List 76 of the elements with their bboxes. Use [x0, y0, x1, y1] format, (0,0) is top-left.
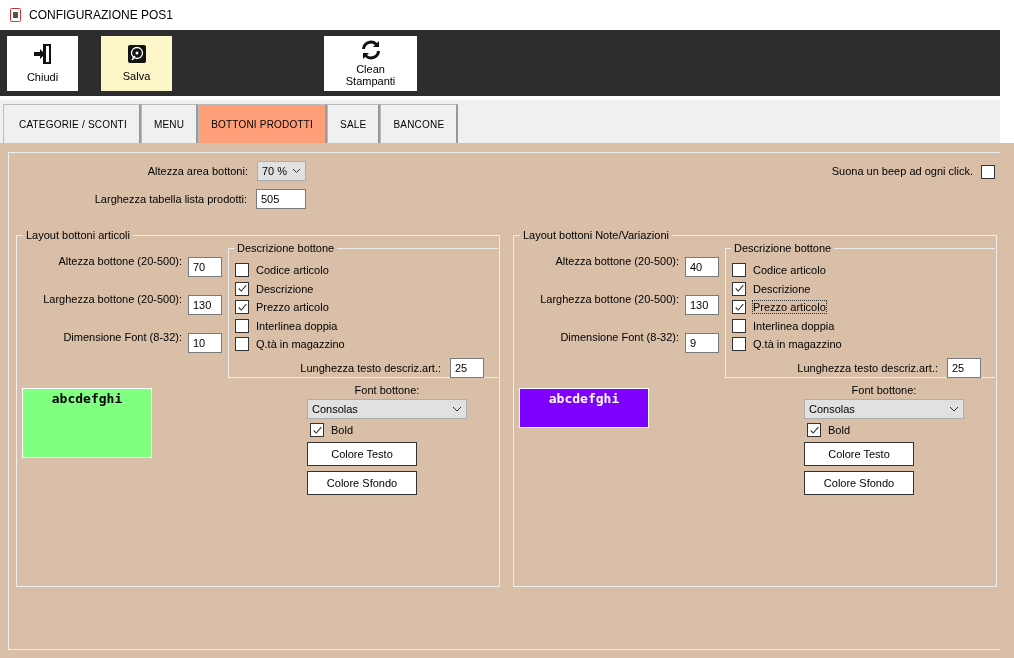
field-label: Lunghezza testo descriz.art.:	[797, 361, 938, 374]
checkbox-label: Prezzo articolo	[256, 301, 329, 314]
checkbox-label: Bold	[828, 424, 851, 436]
input-field[interactable]: 9	[685, 333, 719, 353]
tab[interactable]: BOTTONI PRODOTTI	[198, 104, 328, 143]
checkbox[interactable]	[807, 423, 821, 437]
checkbox[interactable]	[732, 300, 746, 315]
group-title: Descrizione bottone	[731, 242, 835, 254]
checkbox[interactable]	[235, 337, 249, 352]
checkbox[interactable]	[732, 281, 746, 296]
field-label: Larghezza bottone (20-500):	[43, 293, 182, 305]
checkbox[interactable]	[235, 281, 249, 296]
tab[interactable]: MENU	[140, 104, 199, 143]
refresh-icon	[360, 39, 381, 60]
input-field[interactable]: 25	[450, 357, 484, 378]
field-label: Dimensione Font (8-32):	[560, 331, 679, 343]
checkbox[interactable]	[981, 165, 995, 179]
input-field[interactable]: 70	[188, 257, 222, 277]
button-preview: abcdefghi	[519, 388, 649, 428]
tab[interactable]: SALE	[327, 104, 381, 143]
chevron-icon	[292, 168, 301, 174]
checkbox[interactable]	[732, 263, 746, 278]
dropdown[interactable]: 70 %	[257, 161, 306, 181]
toolbar-button[interactable]: Chiudi	[7, 35, 78, 91]
checkbox-label: Q.tà in magazzino	[753, 338, 842, 351]
checkbox[interactable]	[732, 337, 746, 352]
input-field[interactable]: 40	[685, 257, 719, 277]
checkbox[interactable]	[310, 423, 324, 437]
toolbar-button[interactable]: Clean Stampanti	[324, 35, 417, 91]
field-label: Dimensione Font (8-32):	[63, 331, 182, 343]
field-label: Font bottone:	[354, 384, 420, 396]
input-field[interactable]: 130	[685, 295, 719, 315]
field-label: Altezza area bottoni:	[147, 165, 248, 177]
field-label: Larghezza tabella lista prodotti:	[94, 193, 247, 205]
hard-drive-icon	[126, 44, 147, 64]
tab[interactable]: CATEGORIE / SCONTI	[3, 104, 141, 143]
checkbox-label: Bold	[331, 424, 354, 436]
tab[interactable]: BANCONE	[380, 104, 459, 143]
window-title: CONFIGURAZIONE POS1	[29, 8, 174, 22]
field-label: Altezza bottone (20-500):	[555, 255, 679, 267]
group-title: Layout bottoni articoli	[23, 229, 133, 241]
dropdown[interactable]: Consolas	[307, 399, 467, 419]
checkbox-label: Descrizione	[256, 282, 314, 295]
chevron-icon	[452, 406, 462, 412]
app-icon	[10, 8, 21, 22]
toolbar-button[interactable]: Salva	[101, 35, 172, 91]
chevron-icon	[949, 406, 959, 412]
input-field[interactable]: 130	[188, 295, 222, 315]
field-label: Altezza bottone (20-500):	[58, 255, 182, 267]
color-button[interactable]: Colore Testo	[804, 442, 914, 466]
button-preview: abcdefghi	[22, 388, 152, 458]
color-button[interactable]: Colore Testo	[307, 442, 417, 466]
field-label: Lunghezza testo descriz.art.:	[300, 361, 441, 374]
checkbox-label: Codice articolo	[256, 264, 329, 277]
checkbox[interactable]	[732, 318, 746, 333]
checkbox[interactable]	[235, 318, 249, 333]
checkbox-label: Interlinea doppia	[256, 319, 338, 332]
color-button[interactable]: Colore Sfondo	[804, 471, 914, 495]
group-title: Layout bottoni Note/Variazioni	[520, 229, 672, 241]
group-title: Descrizione bottone	[234, 242, 338, 254]
checkbox-label: Interlinea doppia	[753, 319, 835, 332]
checkbox-label: Prezzo articolo	[753, 301, 826, 314]
checkbox-label: Descrizione	[753, 282, 811, 295]
field-label: Larghezza bottone (20-500):	[540, 293, 679, 305]
input-field[interactable]: 505	[256, 189, 306, 209]
dropdown[interactable]: Consolas	[804, 399, 964, 419]
exit-door-icon	[32, 43, 53, 65]
input-field[interactable]: 10	[188, 333, 222, 353]
input-field[interactable]: 25	[947, 357, 981, 378]
checkbox-label: Suona un beep ad ogni click.	[831, 165, 973, 177]
checkbox[interactable]	[235, 263, 249, 278]
checkbox[interactable]	[235, 300, 249, 315]
checkbox-label: Codice articolo	[753, 264, 826, 277]
checkbox-label: Q.tà in magazzino	[256, 338, 345, 351]
color-button[interactable]: Colore Sfondo	[307, 471, 417, 495]
field-label: Font bottone:	[851, 384, 917, 396]
